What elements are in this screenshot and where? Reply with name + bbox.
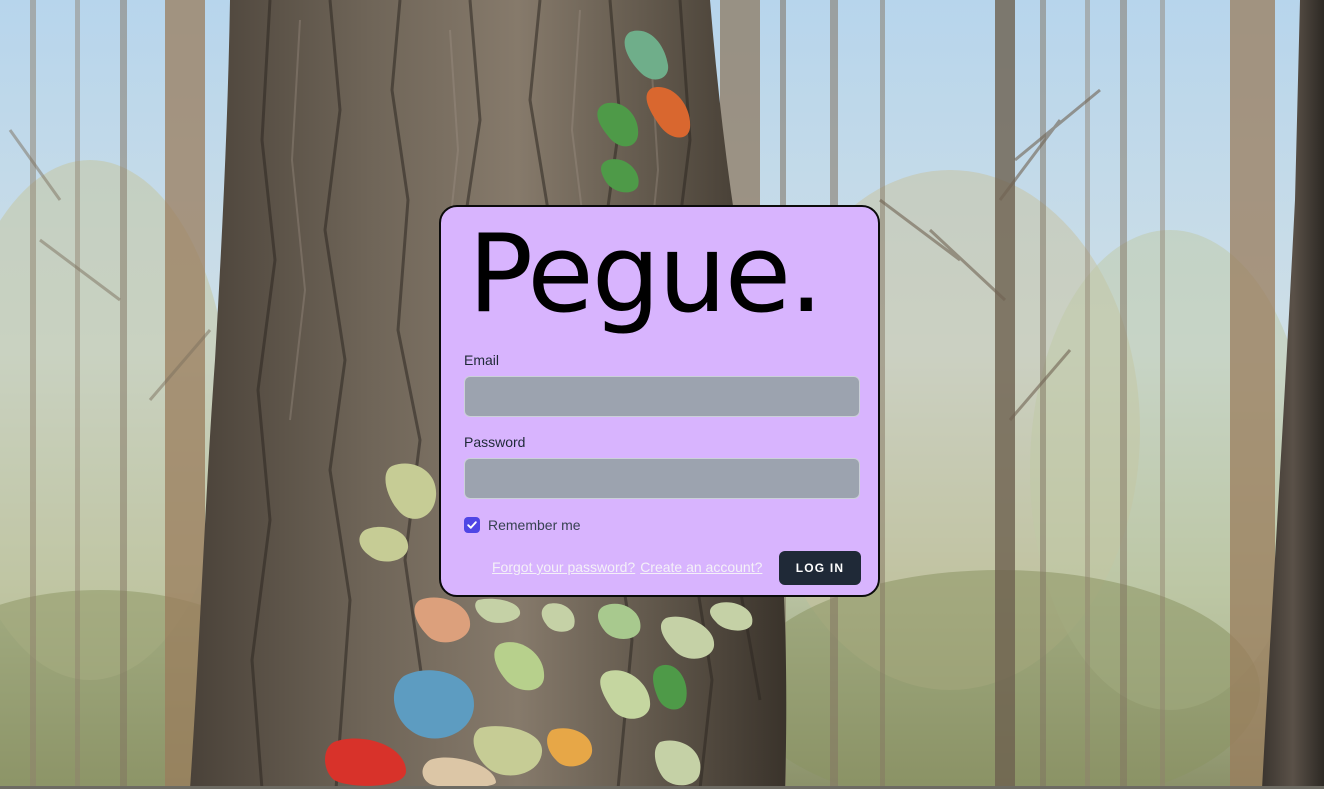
email-label: Email bbox=[464, 352, 500, 368]
create-account-link[interactable]: Create an account? bbox=[640, 559, 762, 575]
password-input[interactable] bbox=[464, 458, 860, 499]
remember-me-checkbox[interactable] bbox=[464, 517, 480, 533]
remember-me-row[interactable]: Remember me bbox=[464, 517, 581, 533]
forgot-password-link[interactable]: Forgot your password? bbox=[492, 559, 635, 575]
check-icon bbox=[467, 521, 477, 529]
email-input[interactable] bbox=[464, 376, 860, 417]
auth-links: Forgot your password? Create an account? bbox=[492, 559, 762, 575]
login-button[interactable]: LOG IN bbox=[779, 551, 861, 585]
app-logo: Pegue. bbox=[468, 212, 824, 337]
remember-me-label: Remember me bbox=[488, 517, 581, 533]
password-label: Password bbox=[464, 434, 526, 450]
login-card: Pegue. Email Password Remember me Forgot… bbox=[439, 205, 880, 597]
page-background: Pegue. Email Password Remember me Forgot… bbox=[0, 0, 1324, 789]
